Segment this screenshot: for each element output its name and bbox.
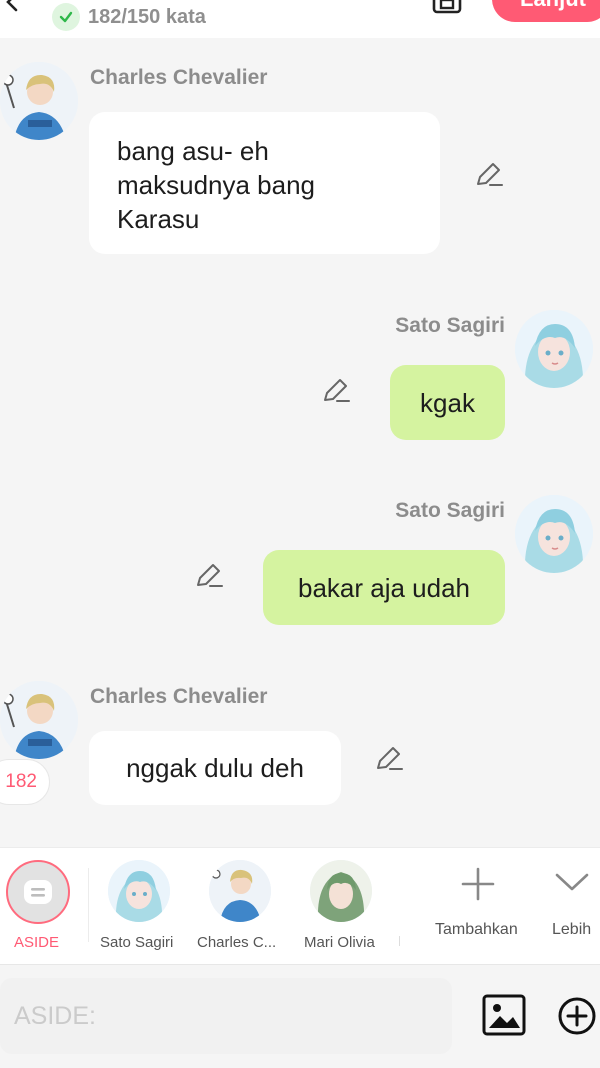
add-character-label[interactable]: Tambahkan (435, 921, 518, 939)
word-count: 182/150 kata (52, 3, 206, 31)
next-button[interactable]: Lanjut (492, 0, 600, 22)
chevron-down-icon[interactable] (554, 870, 590, 894)
edit-icon[interactable] (474, 160, 504, 190)
more-label[interactable]: Lebih (552, 921, 591, 939)
message-text: kgak (420, 387, 475, 418)
edit-icon[interactable] (321, 376, 351, 406)
plus-icon[interactable] (460, 866, 496, 902)
top-bar: 182/150 kata Lanjut (0, 0, 600, 38)
check-icon (52, 3, 80, 31)
avatar-charles-chevalier[interactable] (0, 62, 78, 140)
divider (88, 868, 89, 942)
divider (399, 936, 400, 946)
character-avatar-sato-sagiri[interactable] (108, 860, 170, 922)
message-bubble[interactable]: nggak dulu deh (89, 731, 341, 805)
character-label-charles-chevalier: Charles C... (197, 934, 277, 951)
plus-circle-icon[interactable] (557, 996, 597, 1036)
message-input[interactable] (0, 978, 452, 1054)
message-sender: Charles Chevalier (90, 66, 268, 89)
message-bubble[interactable]: bang asu- eh maksudnya bang Karasu (89, 112, 440, 254)
back-icon[interactable] (0, 0, 24, 14)
side-count-badge[interactable]: 182 (0, 759, 50, 805)
message-text: bang asu- eh maksudnya bang Karasu (117, 136, 316, 234)
message-text: bakar aja udah (297, 572, 471, 603)
aside-icon (24, 880, 52, 904)
character-avatar-mari-olivia[interactable] (310, 860, 372, 922)
character-label-sato-sagiri: Sato Sagiri (100, 934, 174, 951)
character-avatar-charles-chevalier[interactable] (209, 860, 271, 922)
save-icon[interactable] (432, 0, 462, 16)
image-icon[interactable] (482, 994, 526, 1036)
edit-icon[interactable] (194, 561, 224, 591)
character-picker: ASIDE Sato Sagiri Charles C... Mari Oliv… (0, 847, 600, 965)
aside-character-button[interactable] (6, 860, 70, 924)
message-sender: Charles Chevalier (90, 685, 268, 708)
message-sender: Sato Sagiri (395, 499, 505, 522)
message-bubble[interactable]: bakar aja udah (263, 550, 505, 625)
message-text: nggak dulu deh (126, 753, 304, 783)
character-label-mari-olivia: Mari Olivia (304, 934, 375, 951)
message-sender: Sato Sagiri (395, 314, 505, 337)
word-count-label: 182/150 kata (88, 5, 206, 28)
message-bubble[interactable]: kgak (390, 365, 505, 440)
avatar-sato-sagiri[interactable] (515, 310, 593, 388)
avatar-charles-chevalier[interactable] (0, 681, 78, 759)
character-label-aside: ASIDE (14, 934, 60, 951)
edit-icon[interactable] (374, 744, 404, 774)
avatar-sato-sagiri[interactable] (515, 495, 593, 573)
